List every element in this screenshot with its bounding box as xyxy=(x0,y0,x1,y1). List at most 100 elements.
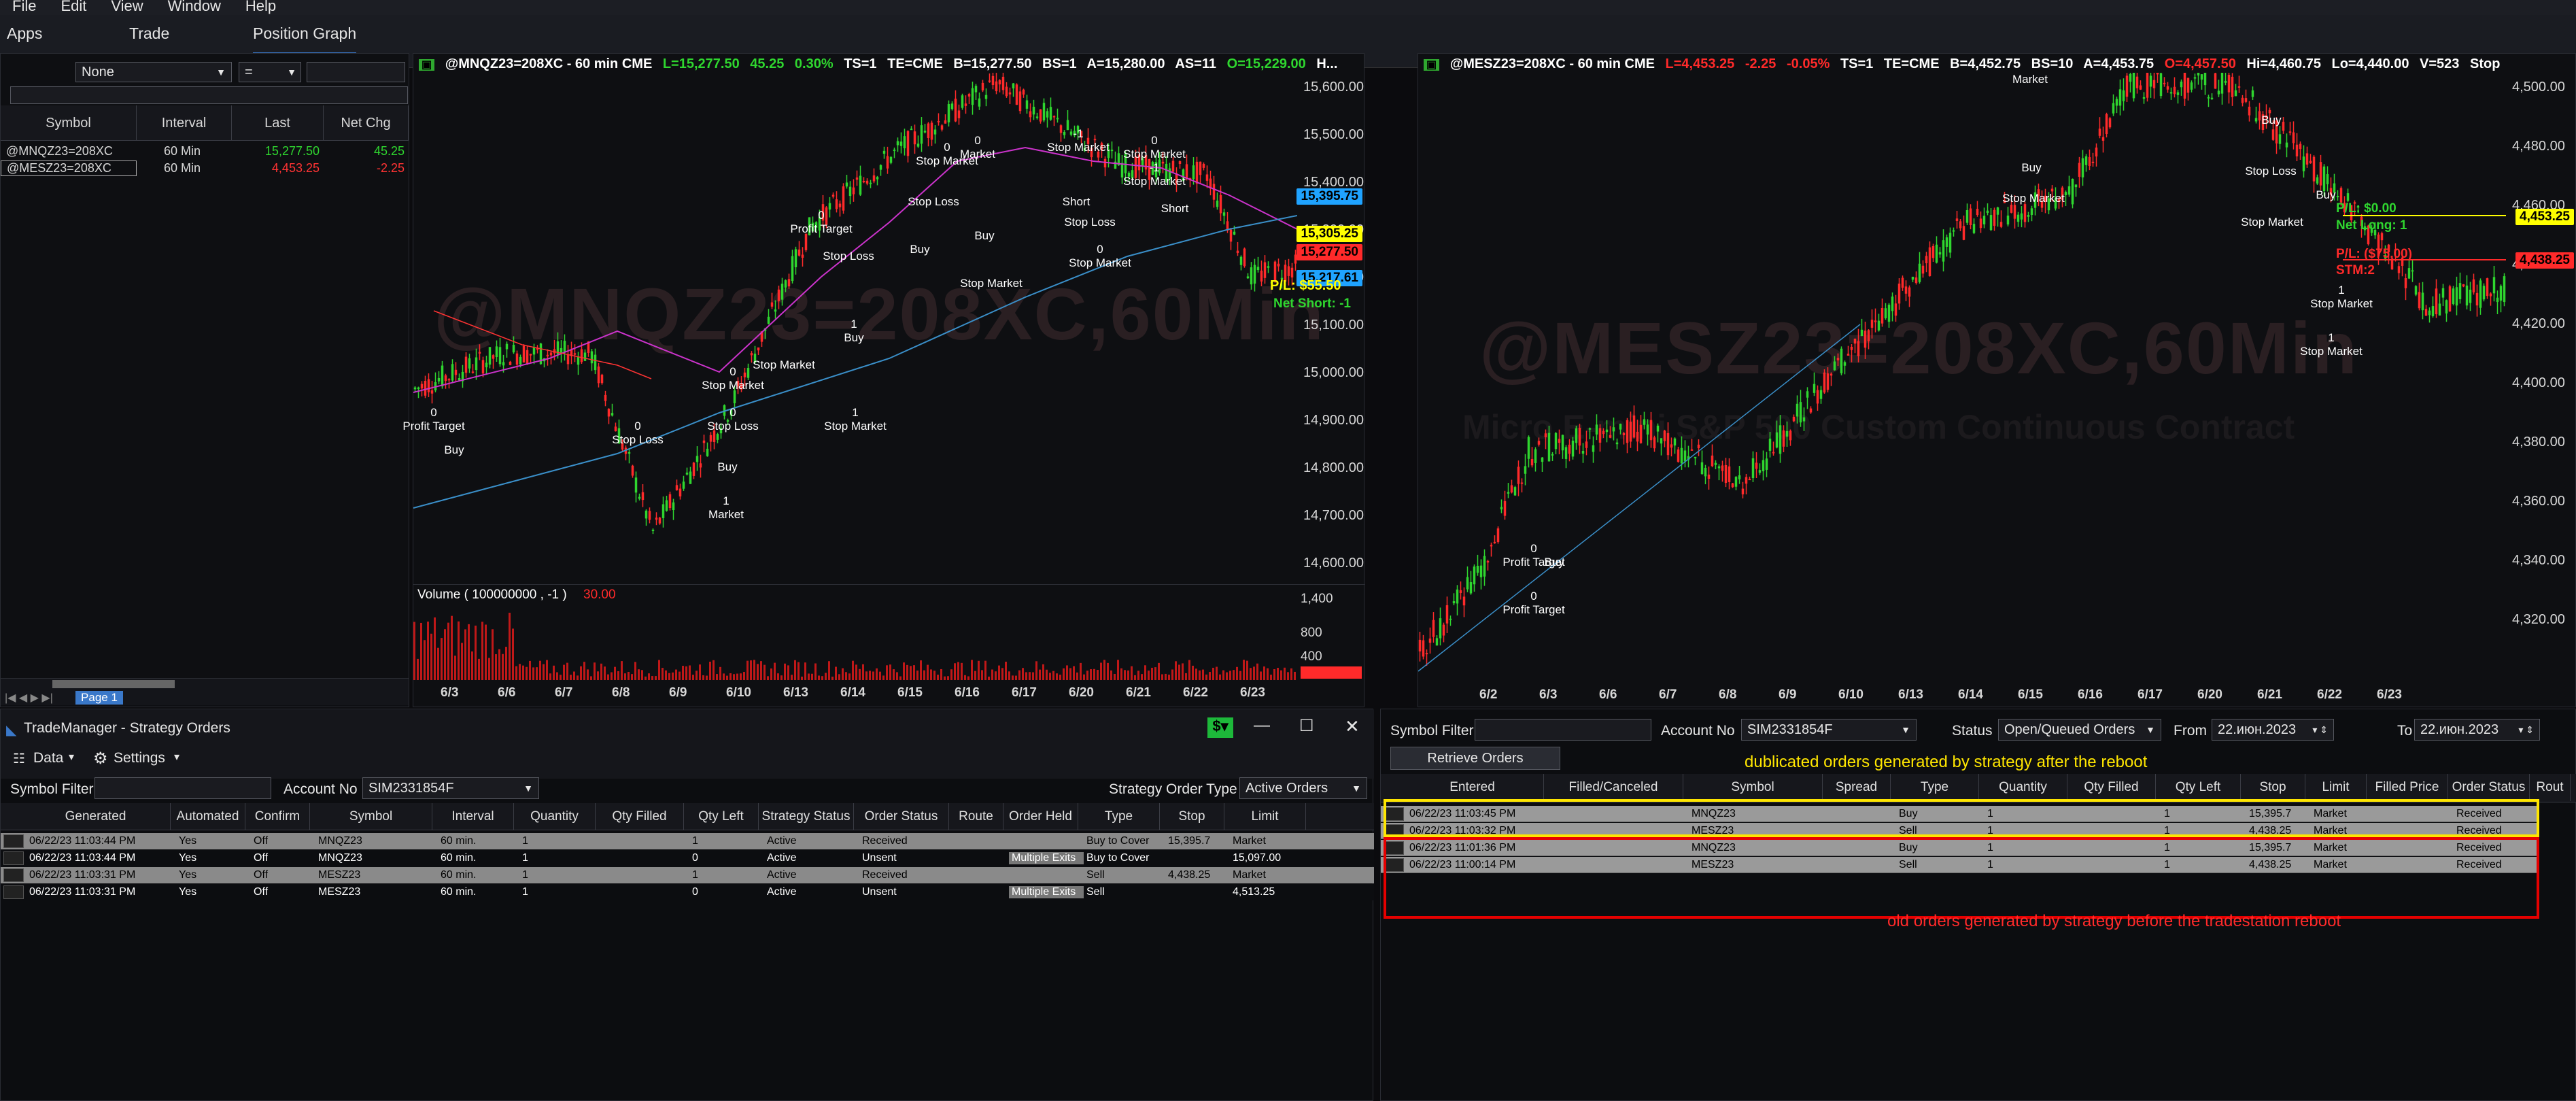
horizontal-scrollbar[interactable] xyxy=(52,680,175,688)
date-tick-label: 6/23 xyxy=(1240,685,1265,700)
data-menu[interactable]: Data xyxy=(33,750,63,766)
trade-annotation-label: Market xyxy=(960,148,995,160)
highlight-yellow-box xyxy=(1384,799,2539,837)
trade-annotation: Stop Loss xyxy=(1049,216,1131,229)
quote-filter-value-input[interactable] xyxy=(307,62,405,82)
order-type-select[interactable]: Active Orders ▼ xyxy=(1239,777,1367,799)
volume-value: 30.00 xyxy=(583,588,616,602)
table-row[interactable]: 06/22/23 11:03:44 PM Yes Off MNQZ23 60 min. 1… xyxy=(1,833,1374,849)
volume-bar xyxy=(1192,665,1194,680)
chart-left-volume: Volume ( 100000000 , -1 ) 30.00 1,400 80… xyxy=(413,584,1365,680)
volume-bar xyxy=(1049,673,1051,680)
volume-bar xyxy=(580,666,582,680)
account-select[interactable]: SIM2331854F ▼ xyxy=(362,777,539,799)
orders-symbol-filter-input[interactable] xyxy=(1475,719,1651,741)
col-net-chg[interactable]: Net Chg xyxy=(324,105,409,141)
table-row[interactable]: 06/22/23 11:03:31 PM Yes Off MESZ23 60 min. 1… xyxy=(1,884,1374,900)
orders-to-date[interactable]: 22.июн.2023 ▾ ⇕ xyxy=(2414,719,2540,741)
quote-operator-select[interactable]: = ▼ xyxy=(239,62,301,82)
menu-help[interactable]: Help xyxy=(233,0,288,15)
col-symbol[interactable]: Symbol xyxy=(1,105,137,141)
chart-left-annotations: 0 Profit Target Buy 0 Stop Loss 1 Market 0 Stop … xyxy=(402,73,1297,583)
volume-bar xyxy=(1069,668,1071,680)
menu-file[interactable]: File xyxy=(0,0,48,15)
date-tick-label: 6/22 xyxy=(1183,685,1208,700)
quote-filter-select[interactable]: None ▼ xyxy=(75,62,232,82)
row-checkbox xyxy=(3,885,24,899)
col-last[interactable]: Last xyxy=(232,105,324,141)
date-tick-label: 6/17 xyxy=(1012,685,1037,700)
volume-bar xyxy=(556,672,558,680)
trade-annotation-label: Buy xyxy=(910,243,930,256)
volume-bar xyxy=(818,675,820,680)
gear-icon: ⚙ xyxy=(93,749,108,768)
volume-bar xyxy=(621,661,623,680)
volume-bar xyxy=(1137,671,1139,680)
trade-annotation-qty: 1 xyxy=(2328,331,2335,344)
volume-bar xyxy=(797,662,800,680)
quote-operator-value: = xyxy=(245,64,253,80)
y-tick-label: 15,500.00 xyxy=(1303,127,1364,142)
orders-symbol-filter-label: Symbol Filter xyxy=(1390,723,1474,739)
chart-left-chg: 45.25 xyxy=(750,56,785,71)
y-tick-label: 4,500.00 xyxy=(2512,80,2565,95)
date-tick-label: 6/13 xyxy=(1898,688,1923,702)
y-tick-label: 4,340.00 xyxy=(2512,553,2565,568)
date-tick-label: 6/7 xyxy=(1659,688,1677,702)
tab-position-graph[interactable]: Position Graph xyxy=(253,24,357,55)
strategy-col-header: Automated xyxy=(171,803,245,830)
strategy-col-header: Interval xyxy=(432,803,514,830)
orders-from-date[interactable]: 22.июн.2023 ▾ ⇕ xyxy=(2212,719,2334,741)
volume-bar xyxy=(1086,671,1088,680)
table-cell: Sell xyxy=(1086,886,1105,898)
volume-tick: 1,400 xyxy=(1301,592,1333,606)
chart-right-y-axis: 4,500.004,480.004,460.004,440.004,420.00… xyxy=(2509,73,2576,685)
menu-view[interactable]: View xyxy=(99,0,155,15)
chart-right-last: L=4,453.25 xyxy=(1665,56,1735,71)
col-interval[interactable]: Interval xyxy=(137,105,232,141)
close-icon[interactable]: ✕ xyxy=(1345,716,1360,737)
volume-bar xyxy=(1168,675,1170,680)
volume-bar xyxy=(1171,669,1173,680)
volume-bar xyxy=(964,675,966,680)
quote-row[interactable]: @MESZ23=208XC 60 Min 4,453.25 -2.25 xyxy=(1,159,409,177)
volume-bar xyxy=(814,663,817,680)
menu-edit[interactable]: Edit xyxy=(48,0,99,15)
volume-bar xyxy=(498,649,500,680)
strategy-green-button[interactable]: $▾ xyxy=(1207,717,1233,738)
volume-bar xyxy=(1035,661,1037,680)
volume-bar xyxy=(682,666,684,680)
volume-bar xyxy=(825,673,827,680)
orders-account-select[interactable]: SIM2331854F ▼ xyxy=(1741,719,1917,741)
orders-col-header: Symbol xyxy=(1683,774,1823,801)
tab-trade[interactable]: Trade xyxy=(129,24,169,52)
trade-annotation-label: Stop Market xyxy=(753,358,815,371)
symbol-filter-input[interactable] xyxy=(95,777,271,799)
trade-annotation: Buy xyxy=(2285,188,2367,202)
minimize-icon[interactable]: — xyxy=(1254,716,1270,735)
menu-window[interactable]: Window xyxy=(156,0,233,15)
settings-menu[interactable]: Settings xyxy=(114,750,165,766)
quote-search-input[interactable] xyxy=(10,86,408,104)
table-row[interactable]: 06/22/23 11:03:44 PM Yes Off MNQZ23 60 min. 1… xyxy=(1,850,1374,866)
chart-right-ask: A=4,453.75 xyxy=(2083,56,2154,71)
volume-bar xyxy=(675,669,677,680)
table-row[interactable]: 06/22/23 11:03:31 PM Yes Off MESZ23 60 min. 1… xyxy=(1,867,1374,883)
maximize-icon[interactable]: ☐ xyxy=(1299,716,1314,736)
retrieve-orders-button[interactable]: Retrieve Orders xyxy=(1390,747,1560,770)
volume-bar xyxy=(774,662,776,680)
quote-row[interactable]: @MNQZ23=208XC 60 Min 15,277.50 45.25 xyxy=(1,142,409,160)
volume-bar xyxy=(458,621,460,680)
data-icon: ☷ xyxy=(13,751,25,766)
orders-status-select[interactable]: Open/Queued Orders ▼ xyxy=(1998,719,2161,741)
trade-annotation: 0 Profit Target xyxy=(1493,590,1575,617)
volume-bar xyxy=(971,660,973,680)
table-cell: Off xyxy=(254,835,269,847)
volume-bar xyxy=(1124,670,1126,680)
page-tab-1[interactable]: Page 1 xyxy=(75,691,123,705)
table-cell: Unsent xyxy=(862,852,897,864)
volume-bar xyxy=(763,664,766,680)
page-nav-icon[interactable]: |◀ ◀ ▶ ▶| xyxy=(5,691,53,705)
tab-apps[interactable]: Apps xyxy=(7,24,42,52)
volume-bar xyxy=(672,672,674,680)
